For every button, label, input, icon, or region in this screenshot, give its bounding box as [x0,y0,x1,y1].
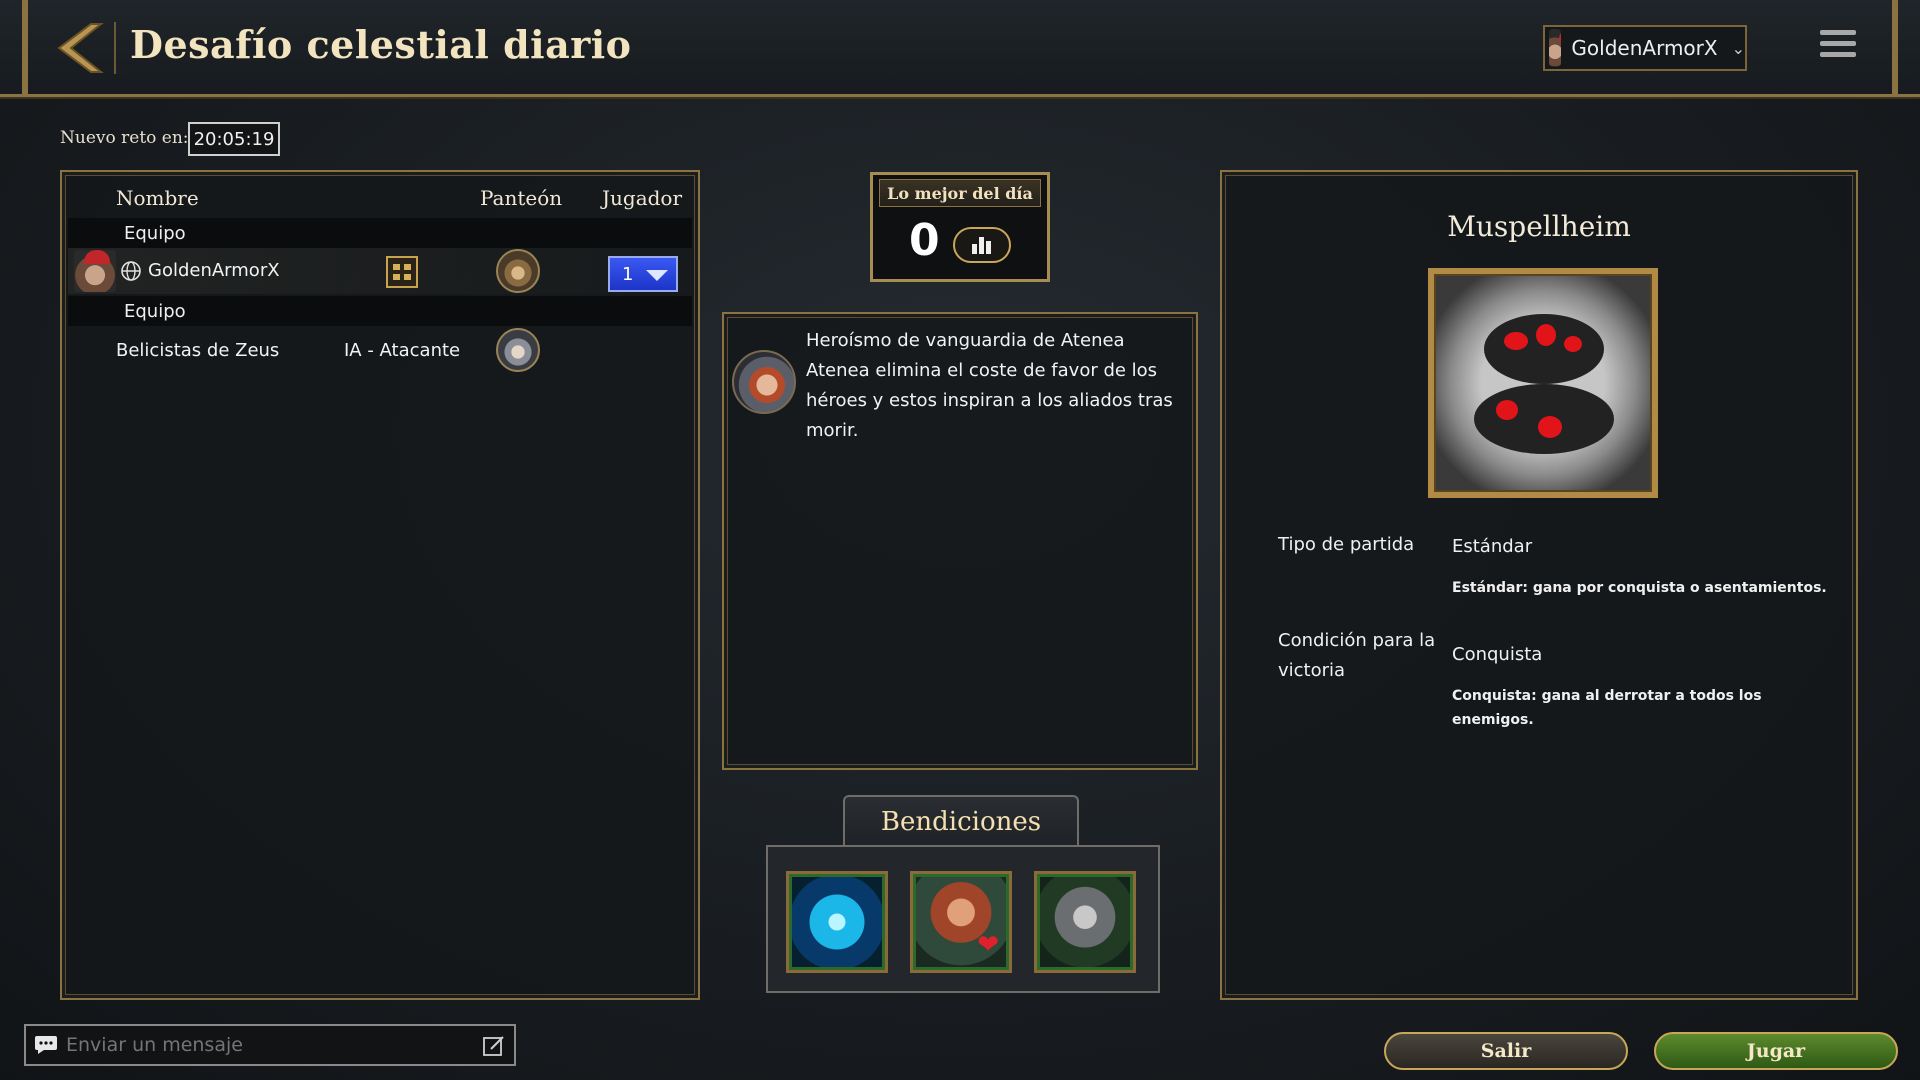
player-avatar [74,250,116,292]
player-row: GoldenArmorX 1 [68,248,692,294]
map-thumbnail [1428,268,1658,498]
menu-line-icon [1820,30,1856,35]
compose-icon[interactable] [482,1034,506,1058]
back-button[interactable] [48,20,108,76]
best-of-day-score: 0 [909,215,940,266]
column-header-player: Jugador [602,186,683,210]
game-type-description: Estándar: gana por conquista o asentamie… [1452,580,1827,596]
modifier-panel: Heroísmo de vanguardia de Atenea Atenea … [722,312,1198,770]
menu-line-icon [1820,41,1856,46]
modifier-text: Atenea elimina el coste de favor de los … [806,360,1173,441]
exit-button[interactable]: Salir [1384,1032,1628,1070]
page-title: Desafío celestial diario [130,22,632,67]
victory-condition-value: Conquista [1452,644,1543,665]
pantheon-select-button[interactable] [496,249,540,293]
bar-chart-icon [972,237,991,254]
map-name: Muspellheim [1447,210,1631,243]
athena-portrait [732,350,796,414]
lobby-panel: Nombre Panteón Jugador Equipo GoldenArmo… [60,170,700,1000]
column-header-pantheon: Panteón [480,186,563,210]
blessings-title: Bendiciones [843,795,1079,847]
map-lava [1536,324,1556,346]
chat-bubble-icon [35,1036,57,1054]
chat-input[interactable] [66,1034,466,1056]
ai-name: Belicistas de Zeus [116,340,280,361]
map-lava [1538,416,1562,438]
top-header: Desafío celestial diario GoldenArmorX ⌄ [0,0,1920,97]
menu-line-icon [1820,52,1856,57]
user-dropdown[interactable]: GoldenArmorX ⌄ [1543,25,1747,71]
blessings-panel: ❤ [766,845,1160,993]
chevron-down-icon [646,270,668,281]
ai-type: IA - Atacante [344,340,461,361]
map-panel: Muspellheim Tipo de partida Estándar Est… [1220,170,1858,1000]
team-icon [393,264,411,280]
player-slot-dropdown[interactable]: 1 [608,256,678,292]
victory-condition-description: Conquista: gana al derrotar a todos los … [1452,688,1762,728]
timer-label: Nuevo reto en: [60,128,189,148]
globe-icon [121,261,141,281]
player-slot-value: 1 [622,263,634,285]
chevron-left-icon [57,23,104,73]
header-divider [114,22,116,74]
hamburger-menu-button[interactable] [1820,30,1856,64]
play-button[interactable]: Jugar [1654,1032,1898,1070]
player-name[interactable]: GoldenArmorX [148,260,280,281]
chat-box [24,1024,516,1066]
map-lava [1564,336,1582,352]
best-of-day-title: Lo mejor del día [879,179,1041,207]
timer-value: 20:05:19 [188,122,280,156]
map-lava [1496,400,1518,420]
column-header-name: Nombre [116,186,199,210]
dwarf-heart-blessing-icon[interactable]: ❤ [910,871,1012,973]
team-header-2: Equipo [68,296,692,326]
modifier-description: Heroísmo de vanguardia de Atenea Atenea … [806,326,1186,446]
game-type-label: Tipo de partida [1278,534,1415,555]
best-of-day-box: Lo mejor del día 0 [870,172,1050,282]
victory-condition-label: Condición para la victoria [1278,630,1436,681]
game-type-value: Estándar [1452,536,1533,557]
map-lava [1504,332,1528,350]
ai-pantheon-portrait [496,328,540,372]
user-name: GoldenArmorX [1571,36,1718,60]
chevron-down-icon: ⌄ [1731,38,1745,58]
avatar [1549,29,1562,67]
team-header-1: Equipo [68,218,692,248]
blue-vortex-blessing-icon[interactable] [786,871,888,973]
heart-icon: ❤ [977,930,999,960]
leaderboard-button[interactable] [953,227,1011,263]
armored-warrior-blessing-icon[interactable] [1034,871,1136,973]
modifier-title: Heroísmo de vanguardia de Atenea [806,330,1125,351]
ai-row: Belicistas de Zeus IA - Atacante [68,328,692,374]
team-select-button[interactable] [386,256,418,288]
